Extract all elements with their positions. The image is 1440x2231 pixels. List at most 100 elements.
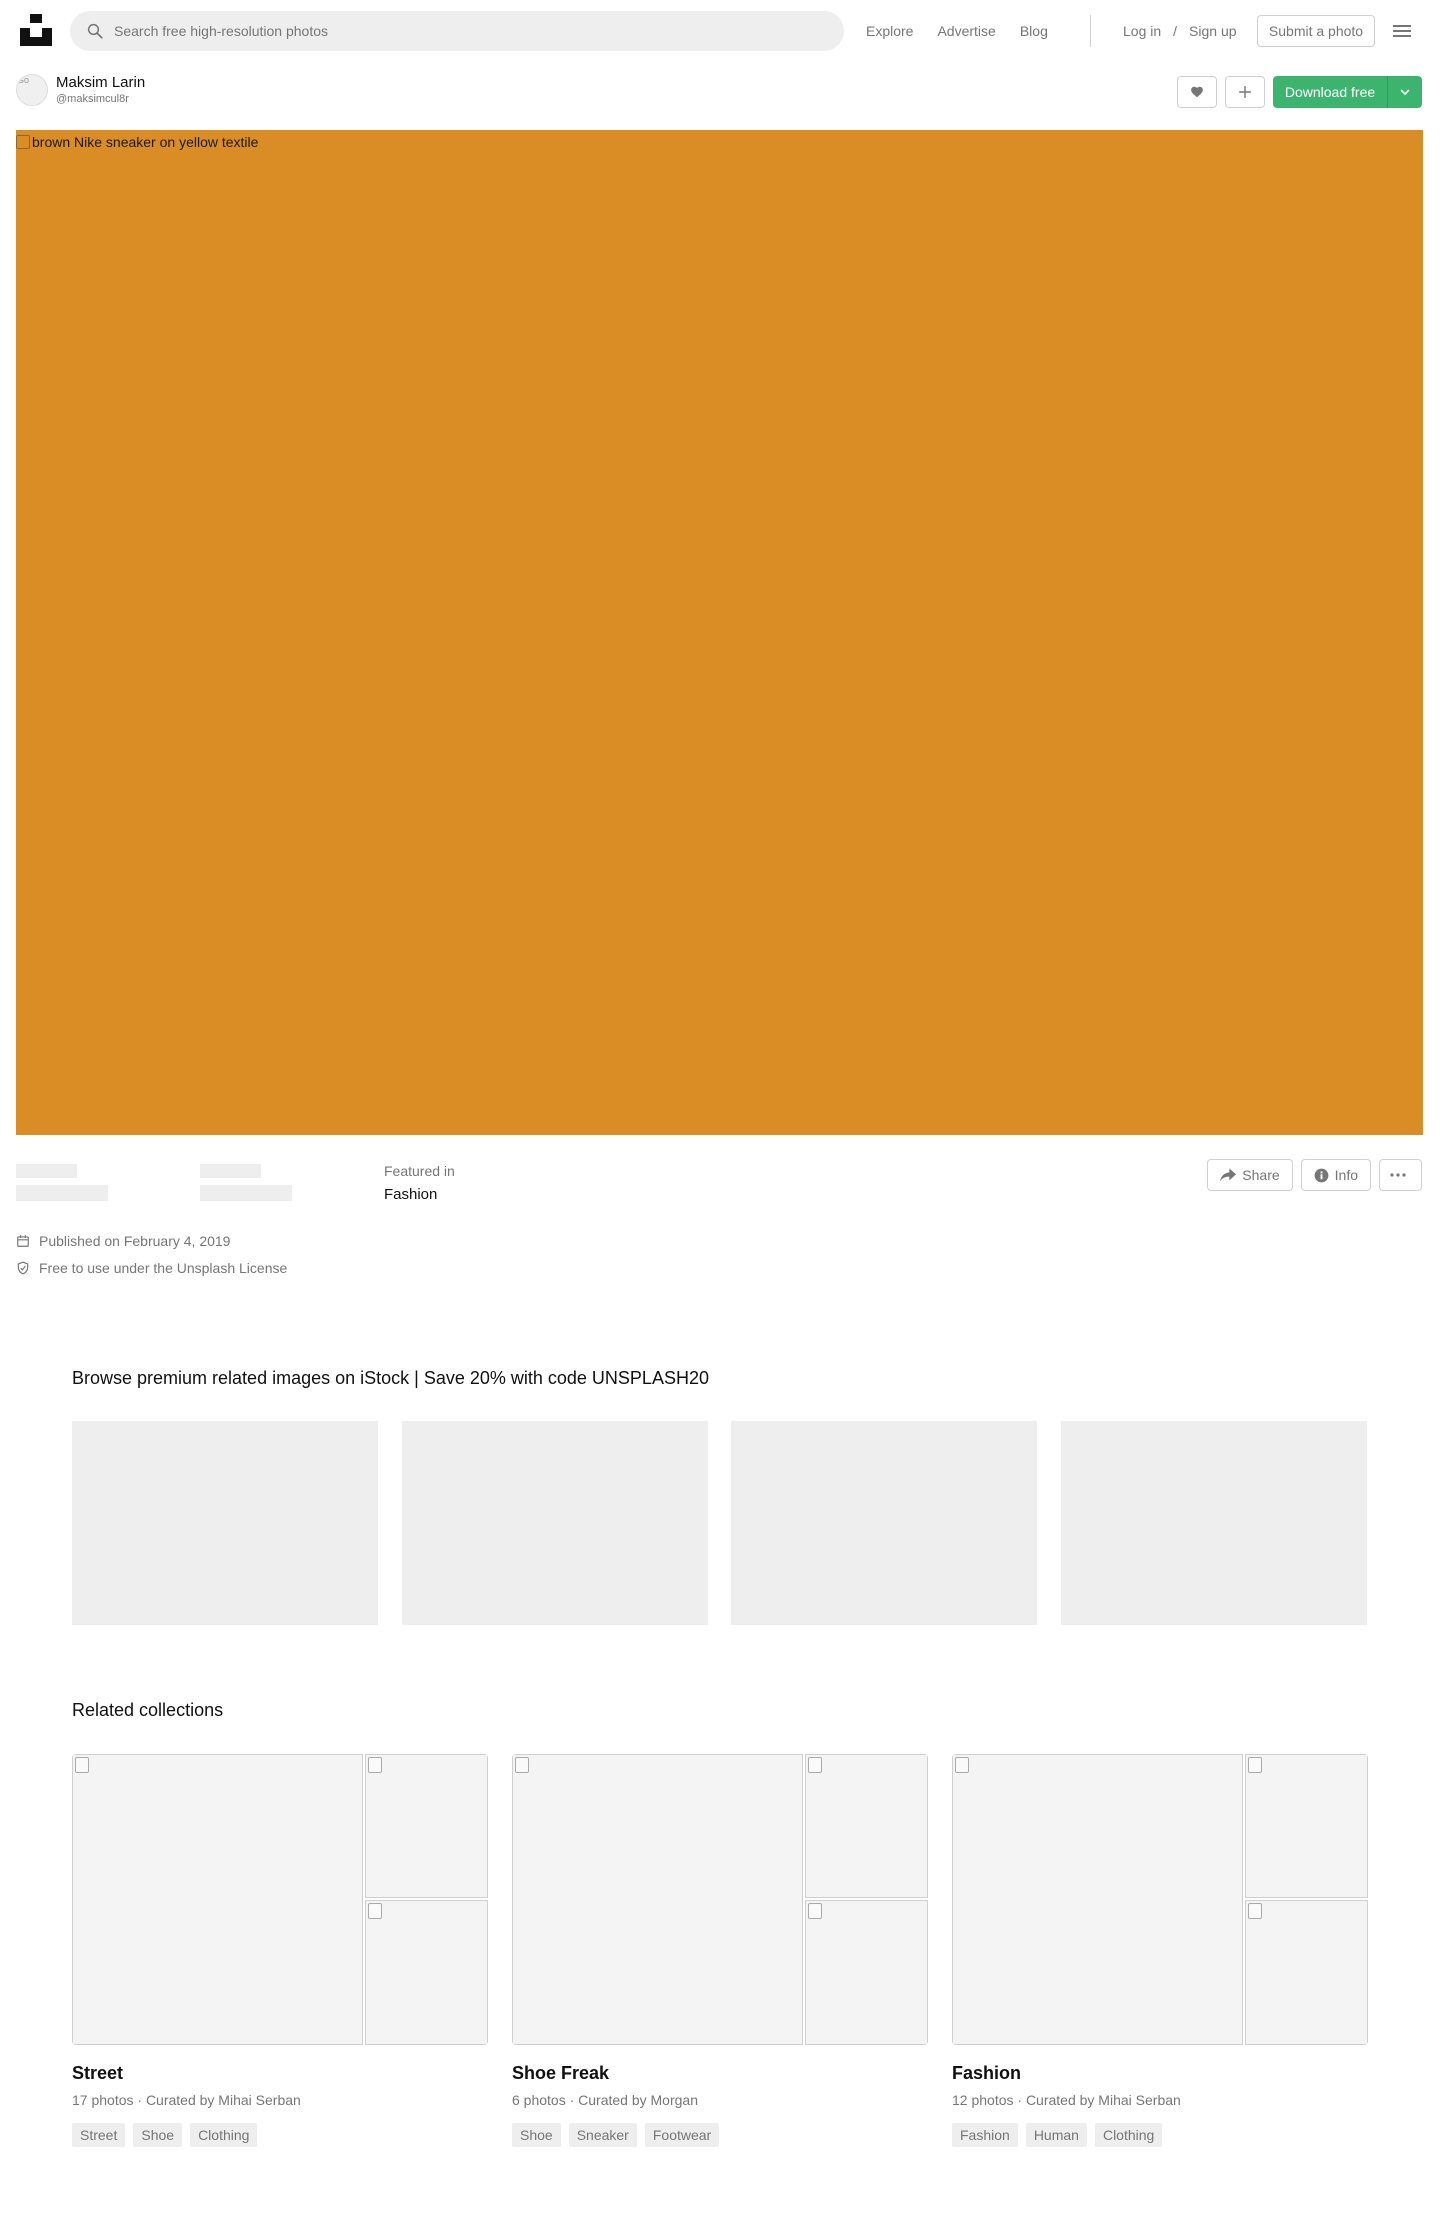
avatar[interactable]: Go xyxy=(16,74,48,106)
tag[interactable]: Shoe xyxy=(512,2123,561,2147)
shield-check-icon xyxy=(17,1261,29,1275)
search-bar[interactable] xyxy=(70,11,844,51)
nav-advertise-link[interactable]: Advertise xyxy=(937,23,995,39)
collection-name[interactable]: Shoe Freak xyxy=(512,2063,928,2084)
collection-main-image xyxy=(512,1754,803,2045)
hamburger-menu-icon[interactable] xyxy=(1392,21,1412,41)
avatar-alt-text: Go xyxy=(17,75,30,85)
downloads-label-skeleton xyxy=(200,1164,261,1178)
collection-card[interactable]: Fashion 12 photos · Curated by Mihai Ser… xyxy=(952,1754,1368,2147)
collection-tags: Shoe Sneaker Footwear xyxy=(512,2123,928,2147)
info-button[interactable]: Info xyxy=(1300,1159,1371,1191)
collection-card[interactable]: Street 17 photos · Curated by Mihai Serb… xyxy=(72,1754,488,2147)
info-icon xyxy=(1314,1168,1329,1182)
like-button[interactable] xyxy=(1177,76,1217,108)
broken-image-icon xyxy=(368,1903,382,1919)
photo-actions: Download free xyxy=(1177,76,1422,108)
license-link[interactable]: Free to use under the Unsplash License xyxy=(39,1260,287,1276)
related-collections-heading: Related collections xyxy=(72,1700,224,1720)
search-input[interactable] xyxy=(114,23,794,39)
featured-link[interactable]: Fashion xyxy=(384,1186,455,1203)
nav-blog-link[interactable]: Blog xyxy=(1020,23,1048,39)
author-info: Maksim Larin @maksimcul8r xyxy=(56,74,145,106)
broken-image-icon xyxy=(808,1903,822,1919)
broken-image-icon xyxy=(1248,1757,1262,1773)
tag[interactable]: Sneaker xyxy=(568,2123,637,2147)
collection-meta: 6 photos · Curated by Morgan xyxy=(512,2092,698,2108)
author-handle[interactable]: @maksimcul8r xyxy=(56,92,145,106)
views-value-skeleton xyxy=(16,1185,108,1201)
broken-image-icon xyxy=(515,1757,529,1773)
tag[interactable]: Clothing xyxy=(190,2123,258,2147)
photo-alt-text: brown Nike sneaker on yellow textile xyxy=(16,134,258,150)
collection-thumb-image xyxy=(805,1754,928,1898)
author-block[interactable]: Go Maksim Larin @maksimcul8r xyxy=(16,74,145,106)
top-nav: Explore Advertise Blog Log in / Sign up … xyxy=(0,0,1440,62)
collection-preview[interactable] xyxy=(72,1754,488,2045)
tag[interactable]: Human xyxy=(1025,2123,1087,2147)
unsplash-logo-icon[interactable] xyxy=(20,14,52,46)
collection-thumb-image xyxy=(805,1900,928,2045)
author-name[interactable]: Maksim Larin xyxy=(56,74,145,92)
collection-tags: Street Shoe Clothing xyxy=(72,2123,488,2147)
share-icon xyxy=(1220,1168,1237,1182)
meta-buttons: Share Info xyxy=(1199,1159,1422,1191)
more-actions-button[interactable] xyxy=(1379,1159,1422,1191)
istock-image-tile[interactable] xyxy=(402,1421,708,1625)
nav-links: Explore Advertise Blog xyxy=(866,0,1072,62)
heart-icon xyxy=(1191,86,1203,98)
add-to-collection-button[interactable] xyxy=(1225,76,1265,108)
tag[interactable]: Fashion xyxy=(952,2123,1018,2147)
featured-label: Featured in xyxy=(384,1163,455,1179)
published-date: Published on February 4, 2019 xyxy=(16,1233,230,1249)
istock-image-tile[interactable] xyxy=(731,1421,1037,1625)
collection-name[interactable]: Fashion xyxy=(952,2063,1368,2084)
collection-thumb-image xyxy=(365,1754,488,1898)
views-label-skeleton xyxy=(16,1164,77,1178)
download-options-button[interactable] xyxy=(1387,76,1422,108)
submit-photo-button[interactable]: Submit a photo xyxy=(1257,15,1375,47)
broken-image-icon xyxy=(1248,1903,1262,1919)
login-link[interactable]: Log in xyxy=(1123,23,1161,39)
license-info: Free to use under the Unsplash License xyxy=(16,1260,287,1276)
photo-alt-label: brown Nike sneaker on yellow textile xyxy=(32,134,259,150)
tag[interactable]: Shoe xyxy=(133,2123,183,2147)
istock-image-tile[interactable] xyxy=(72,1421,378,1625)
broken-image-icon xyxy=(808,1757,822,1773)
collection-thumb-image xyxy=(1245,1754,1368,1898)
tag[interactable]: Footwear xyxy=(644,2123,720,2147)
share-label: Share xyxy=(1242,1167,1280,1183)
collection-name[interactable]: Street xyxy=(72,2063,488,2084)
auth-separator: / xyxy=(1173,23,1178,39)
downloads-value-skeleton xyxy=(200,1185,292,1201)
auth-links: Log in / Sign up xyxy=(1123,0,1237,62)
broken-image-icon xyxy=(16,135,30,149)
tag[interactable]: Clothing xyxy=(1094,2123,1163,2147)
main-photo[interactable]: brown Nike sneaker on yellow textile xyxy=(16,130,1423,1135)
broken-image-icon xyxy=(955,1757,969,1773)
collection-main-image xyxy=(72,1754,363,2045)
featured-in: Featured in Fashion xyxy=(384,1162,455,1203)
collection-meta: 17 photos · Curated by Mihai Serban xyxy=(72,2092,301,2108)
nav-explore-link[interactable]: Explore xyxy=(866,23,913,39)
download-free-button[interactable]: Download free xyxy=(1273,76,1387,108)
istock-image-tile[interactable] xyxy=(1061,1421,1367,1625)
collection-card[interactable]: Shoe Freak 6 photos · Curated by Morgan … xyxy=(512,1754,928,2147)
more-dots-icon xyxy=(1389,1173,1406,1177)
collection-main-image xyxy=(952,1754,1243,2045)
nav-divider xyxy=(1090,15,1091,47)
plus-icon xyxy=(1239,86,1251,98)
istock-heading: Browse premium related images on iStock … xyxy=(72,1368,709,1388)
search-icon[interactable] xyxy=(86,22,104,40)
collection-thumb-image xyxy=(365,1900,488,2045)
chevron-down-icon xyxy=(1400,89,1410,96)
signup-link[interactable]: Sign up xyxy=(1189,23,1236,39)
broken-image-icon xyxy=(75,1757,89,1773)
tag[interactable]: Street xyxy=(72,2123,126,2147)
collection-preview[interactable] xyxy=(512,1754,928,2045)
broken-image-icon xyxy=(368,1757,382,1773)
collection-tags: Fashion Human Clothing xyxy=(952,2123,1368,2147)
collection-thumb-image xyxy=(1245,1900,1368,2045)
collection-preview[interactable] xyxy=(952,1754,1368,2045)
share-button[interactable]: Share xyxy=(1207,1159,1293,1191)
